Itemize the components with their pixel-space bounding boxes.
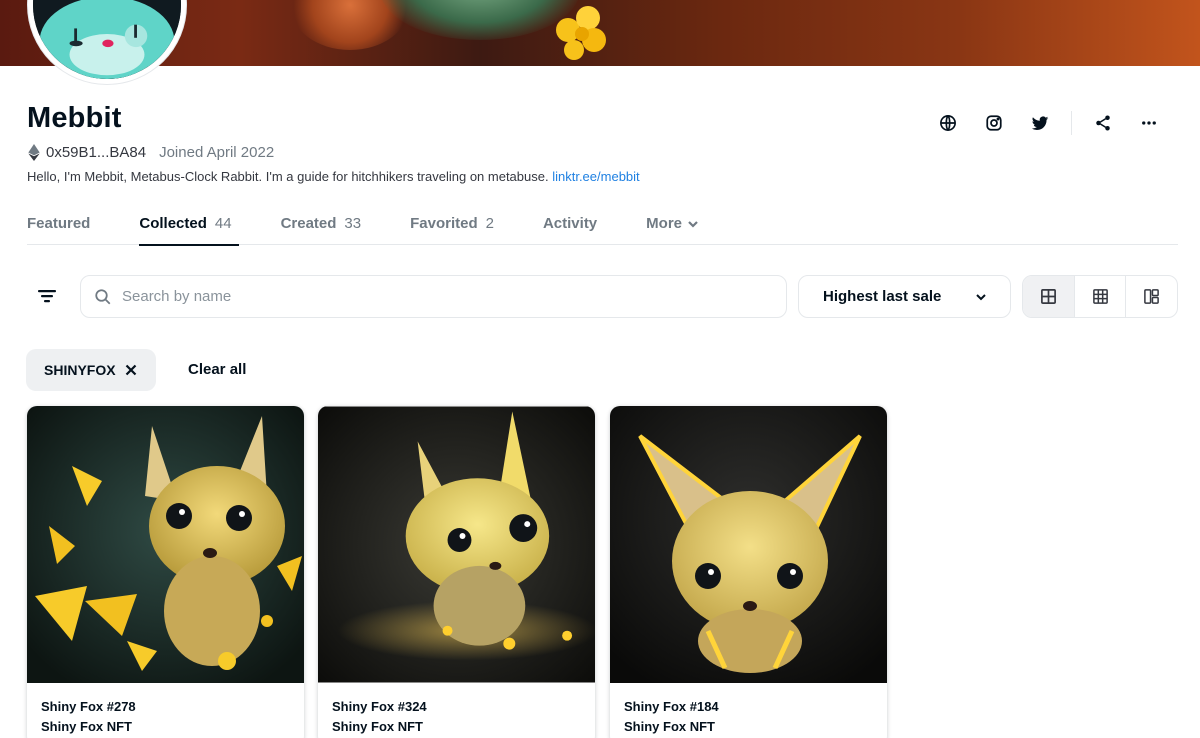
- tab-label: Favorited: [410, 215, 478, 232]
- twitter-icon: [1031, 116, 1049, 130]
- clear-all-button[interactable]: Clear all: [188, 361, 246, 378]
- tab-collected[interactable]: Collected 44: [139, 204, 239, 246]
- view-mode-toggle: [1022, 275, 1178, 318]
- filter-icon: [38, 290, 56, 303]
- tab-label: Featured: [27, 215, 91, 232]
- nft-card[interactable]: Shiny Fox #184 Shiny Fox NFT: [610, 406, 887, 738]
- tab-count: 2: [485, 215, 494, 232]
- nft-name: Shiny Fox #324: [332, 699, 427, 714]
- large-grid-view-button[interactable]: [1023, 276, 1075, 317]
- large-grid-icon: [1040, 289, 1056, 304]
- nft-collection: Shiny Fox NFT: [624, 719, 715, 734]
- nft-name: Shiny Fox #278: [41, 699, 136, 714]
- tab-label: More: [646, 215, 682, 232]
- wallet-address[interactable]: 0x59B1...BA84: [46, 144, 146, 161]
- bio-text: Hello, I'm Mebbit, Metabus-Clock Rabbit.…: [27, 169, 549, 184]
- small-grid-view-button[interactable]: [1075, 276, 1127, 317]
- nft-collection: Shiny Fox NFT: [332, 719, 423, 734]
- ethereum-icon: [28, 144, 40, 161]
- nft-card[interactable]: Shiny Fox #278 Shiny Fox NFT: [27, 406, 304, 738]
- search-input[interactable]: [122, 288, 762, 305]
- instagram-icon: [986, 115, 1002, 131]
- sort-selected-label: Highest last sale: [823, 288, 942, 305]
- profile-actions: [925, 110, 1172, 136]
- tab-label: Created: [280, 215, 337, 232]
- filter-chip-label: SHINYFOX: [44, 362, 116, 378]
- tab-more[interactable]: More: [646, 204, 699, 245]
- profile-tabs: Featured Collected 44 Created 33 Favorit…: [27, 204, 1178, 246]
- compact-grid-icon: [1144, 289, 1160, 304]
- share-icon: [1096, 115, 1110, 131]
- nft-image: [610, 406, 887, 683]
- actions-divider: [1071, 111, 1072, 135]
- profile-name: Mebbit: [27, 102, 122, 134]
- profile-avatar[interactable]: [28, 0, 186, 84]
- tab-count: 44: [214, 215, 232, 232]
- joined-date: Joined April 2022: [159, 144, 275, 161]
- globe-icon: [940, 115, 956, 131]
- search-icon: [95, 288, 111, 304]
- filter-chip[interactable]: SHINYFOX: [26, 349, 156, 391]
- nft-image: [318, 406, 595, 683]
- small-grid-icon: [1092, 289, 1108, 304]
- filter-toggle-button[interactable]: [30, 281, 64, 311]
- website-button[interactable]: [925, 110, 971, 136]
- bio-link[interactable]: linktr.ee/mebbit: [552, 169, 639, 184]
- more-icon: [1142, 121, 1156, 125]
- nft-card[interactable]: Shiny Fox #324 Shiny Fox NFT: [318, 406, 595, 738]
- tab-activity[interactable]: Activity: [543, 204, 597, 245]
- nft-image: [27, 406, 304, 683]
- sort-dropdown[interactable]: Highest last sale: [798, 275, 1011, 318]
- chevron-down-icon: [688, 221, 698, 228]
- share-button[interactable]: [1080, 110, 1126, 136]
- close-icon[interactable]: [125, 364, 137, 376]
- more-options-button[interactable]: [1126, 110, 1172, 136]
- profile-bio: Hello, I'm Mebbit, Metabus-Clock Rabbit.…: [27, 169, 640, 184]
- rabbit-avatar-art: [33, 0, 181, 79]
- search-box: [80, 275, 787, 318]
- compact-view-button[interactable]: [1126, 276, 1177, 317]
- chevron-down-icon: [976, 293, 986, 300]
- banner-flower-art: [556, 6, 606, 60]
- profile-meta: 0x59B1...BA84 Joined April 2022: [28, 144, 274, 161]
- nft-name: Shiny Fox #184: [624, 699, 719, 714]
- tab-featured[interactable]: Featured: [27, 204, 90, 245]
- tab-count: 33: [344, 215, 362, 232]
- tab-favorited[interactable]: Favorited 2: [410, 204, 494, 245]
- tab-created[interactable]: Created 33: [281, 204, 362, 245]
- instagram-button[interactable]: [971, 110, 1017, 136]
- tab-label: Activity: [542, 215, 598, 232]
- twitter-button[interactable]: [1017, 110, 1063, 136]
- nft-collection: Shiny Fox NFT: [41, 719, 132, 734]
- tab-label: Collected: [139, 215, 207, 232]
